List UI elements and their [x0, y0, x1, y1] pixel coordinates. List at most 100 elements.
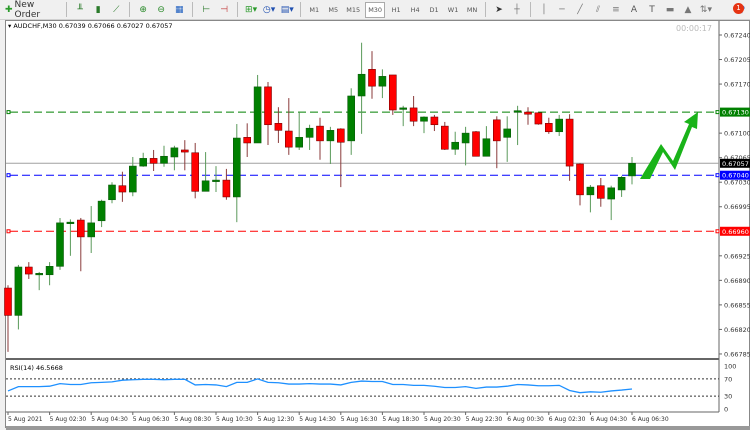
high-value: 0.67066 [87, 22, 115, 30]
bear-candle [440, 125, 449, 150]
green-arrow-drawing[interactable] [640, 112, 698, 179]
bull-candle [607, 187, 616, 200]
rsi-label: RSI(14) 46.5668 [10, 364, 63, 372]
level-handle [6, 173, 11, 178]
bear-candle [222, 179, 231, 198]
open-value: 0.67039 [58, 22, 86, 30]
price-tick-label: 0.66855 [724, 301, 750, 309]
chart-canvas[interactable]: 0.672400.672050.671700.671000.670650.670… [0, 0, 750, 430]
time-label: 5 Aug 12:30 [258, 416, 295, 423]
low-value: 0.67027 [116, 22, 144, 30]
bear-candle [409, 107, 418, 122]
bear-candle [149, 158, 158, 164]
bull-candle [201, 180, 210, 192]
time-label: 6 Aug 00:30 [507, 416, 544, 423]
level-price-label: 0.67040 [722, 172, 749, 180]
bull-candle [347, 95, 356, 142]
time-label: 5 Aug 20:30 [424, 416, 461, 423]
bear-candle [336, 128, 345, 143]
bear-candle [274, 123, 283, 131]
bear-candle [534, 112, 543, 125]
time-label: 5 Aug 2021 [8, 416, 43, 423]
bull-candle [326, 130, 335, 142]
bear-candle [24, 266, 33, 275]
bear-candle [430, 116, 439, 126]
bull-candle [56, 222, 64, 267]
bear-candle [264, 86, 272, 126]
bull-candle [139, 158, 147, 167]
bull-candle [253, 86, 262, 144]
bull-candle [628, 162, 636, 177]
price-tick-label: 0.66890 [724, 277, 750, 285]
time-label: 5 Aug 04:30 [91, 416, 128, 423]
collapse-icon[interactable]: ▾ [8, 22, 11, 30]
bear-candle [576, 163, 584, 196]
horizontal-scrollbar[interactable] [6, 426, 750, 430]
symbol-label: AUDCHF,M30 [13, 22, 57, 30]
bear-candle [118, 185, 127, 193]
time-label: 5 Aug 14:30 [299, 416, 336, 423]
time-label: 6 Aug 06:30 [632, 416, 669, 423]
price-tick-label: 0.66785 [724, 350, 750, 358]
bear-candle [4, 287, 12, 316]
rsi-tick-label: 30 [724, 393, 732, 401]
price-tick-label: 0.67240 [724, 32, 750, 40]
bear-candle [596, 185, 605, 199]
bull-candle [482, 138, 491, 157]
bull-candle [555, 118, 564, 133]
bear-candle [284, 130, 293, 148]
bull-candle [295, 137, 304, 148]
time-label: 5 Aug 06:30 [133, 416, 170, 423]
bull-candle [160, 155, 168, 164]
bear-candle [191, 152, 199, 192]
level-handle [715, 173, 720, 178]
bull-candle [129, 165, 137, 193]
bull-candle [87, 222, 95, 238]
bear-candle [544, 123, 553, 133]
chart-header: ▾ AUDCHF,M30 0.67039 0.67066 0.67027 0.6… [8, 22, 173, 30]
bull-candle [513, 110, 522, 113]
bull-candle [357, 73, 366, 97]
time-label: 5 Aug 18:30 [382, 416, 419, 423]
bull-candle [108, 184, 116, 201]
level-handle [715, 229, 720, 234]
time-label: 5 Aug 22:30 [466, 416, 503, 423]
bull-candle [399, 107, 408, 110]
level-handle [6, 229, 11, 234]
price-tick-label: 0.67205 [724, 56, 750, 64]
price-tick-label: 0.66925 [724, 252, 750, 260]
bull-candle [617, 177, 626, 191]
candle-timer: 00:00:17 [676, 24, 712, 33]
bull-candle [97, 200, 106, 222]
bear-candle [388, 74, 397, 111]
bear-candle [316, 125, 324, 142]
bull-candle [461, 132, 470, 144]
level-price-label: 0.67130 [722, 109, 749, 117]
bull-candle [451, 141, 460, 150]
level-handle [715, 110, 720, 115]
price-tick-label: 0.67170 [724, 81, 750, 89]
rsi-line [7, 378, 633, 394]
rsi-tick-label: 0 [724, 406, 728, 414]
bear-candle [243, 137, 251, 144]
bear-candle [77, 219, 85, 238]
bid-price-label: 0.67057 [722, 160, 749, 168]
price-tick-label: 0.67100 [724, 130, 750, 138]
time-label: 6 Aug 02:30 [549, 416, 586, 423]
bear-candle [524, 111, 532, 115]
bull-candle [170, 147, 179, 158]
bull-candle [14, 266, 23, 316]
rsi-tick-label: 70 [724, 375, 732, 383]
bull-candle [233, 137, 241, 198]
bull-candle [212, 179, 220, 182]
bull-candle [305, 127, 314, 138]
time-label: 5 Aug 16:30 [341, 416, 378, 423]
bear-candle [565, 118, 574, 167]
bull-candle [45, 266, 54, 276]
price-tick-label: 0.67030 [724, 179, 750, 187]
bear-candle [368, 69, 376, 87]
price-tick-label: 0.66820 [724, 326, 750, 334]
time-label: 5 Aug 02:30 [50, 416, 87, 423]
price-tick-label: 0.66995 [724, 203, 750, 211]
time-label: 6 Aug 04:30 [590, 416, 627, 423]
